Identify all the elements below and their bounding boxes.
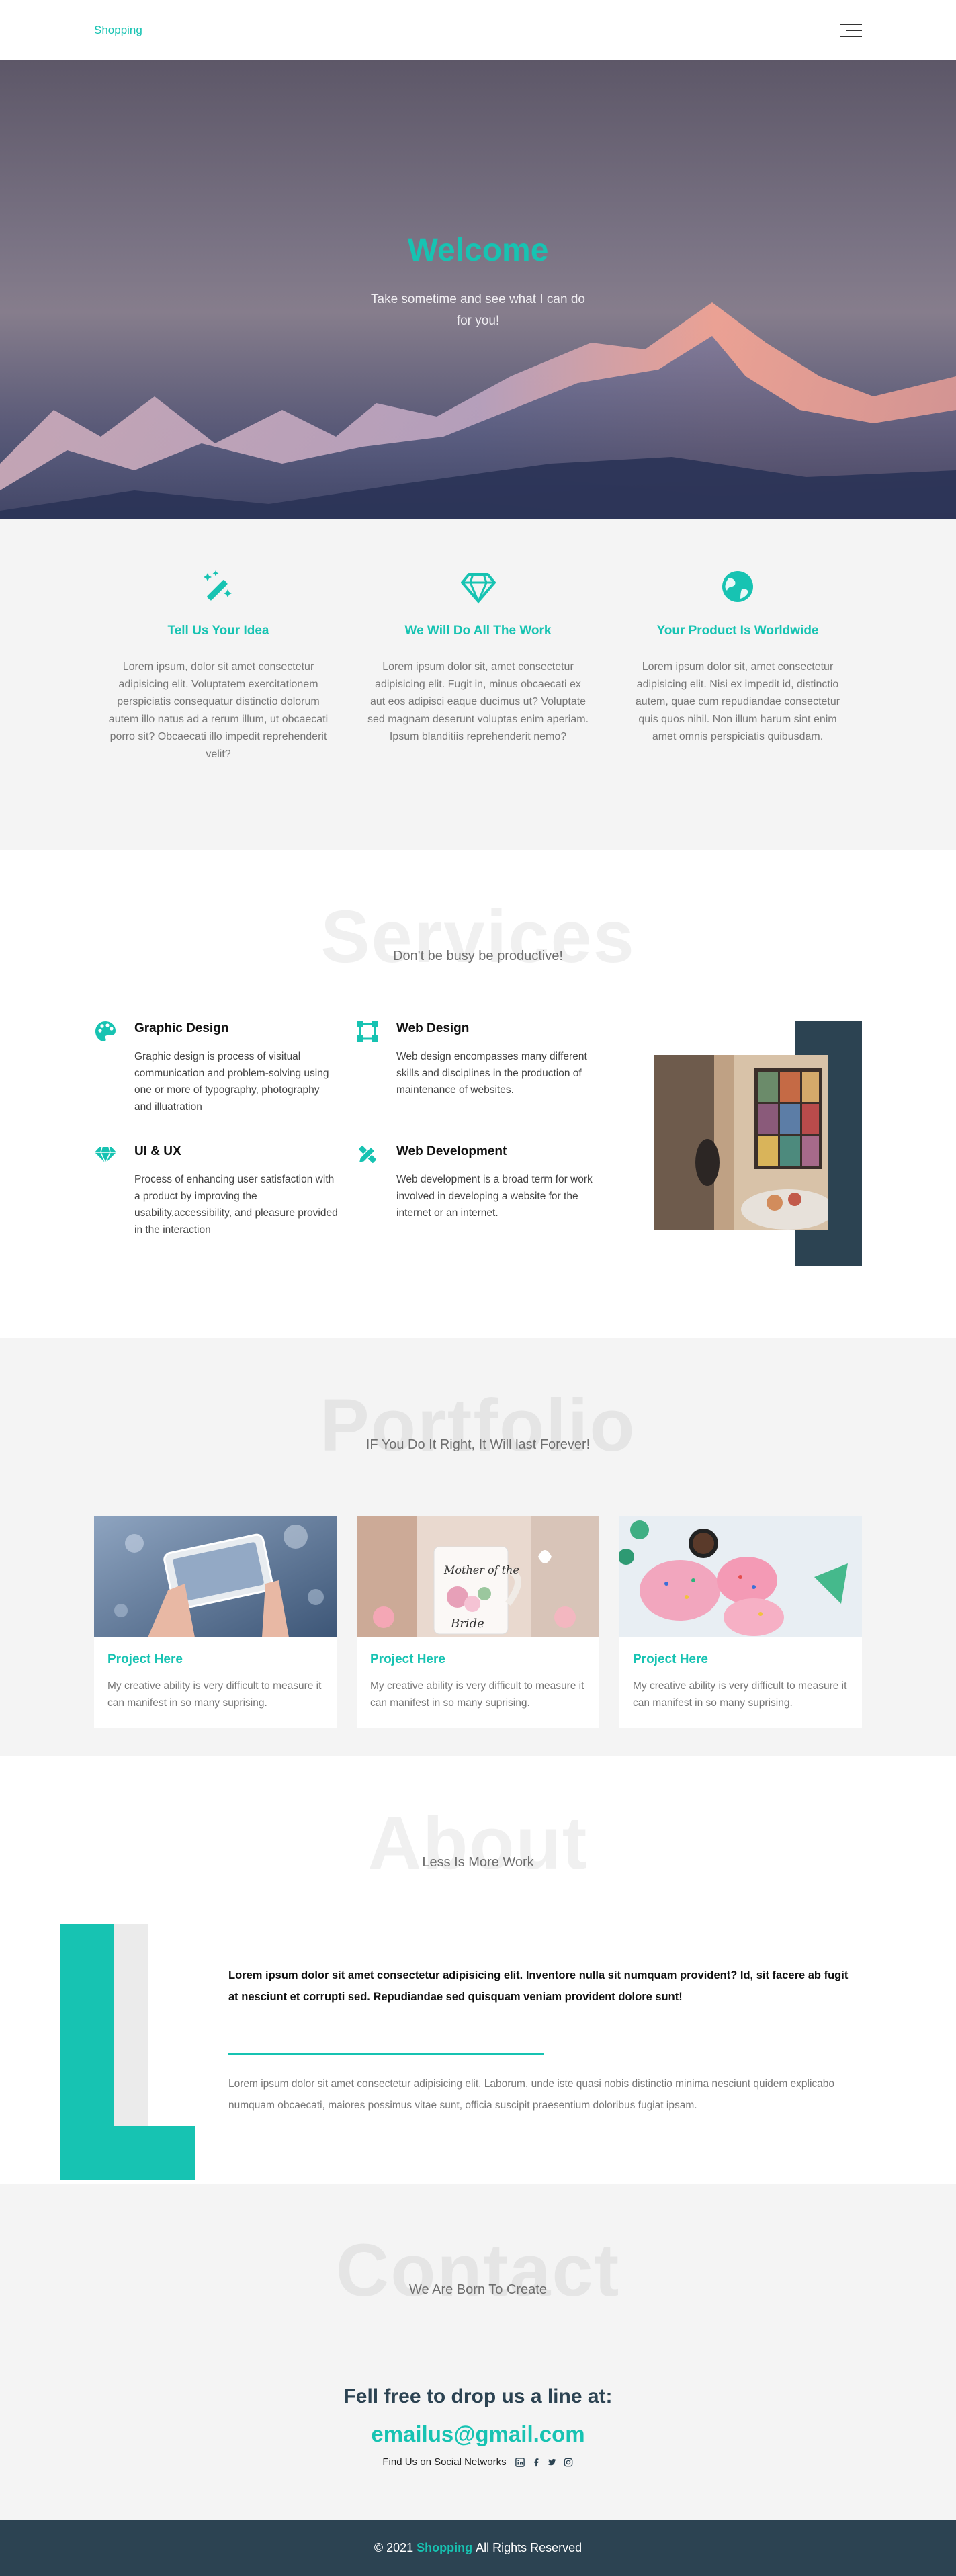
instagram-icon[interactable] [563,2457,574,2468]
portfolio-card[interactable]: Mother of the Bride Project Here My crea… [357,1516,599,1728]
about-section: About Less Is More Work Lorem ipsum dolo… [0,1756,956,2184]
service-text: Graphic design is process of visitual co… [134,1051,329,1113]
magic-wand-icon [204,570,232,601]
hamburger-icon[interactable] [840,24,862,37]
decorative-l-shape [60,1924,195,2180]
svg-text:Bride: Bride [450,1617,484,1631]
service-title: Graphic Design [134,1021,229,1035]
twitter-icon[interactable] [547,2457,558,2468]
facebook-icon[interactable] [531,2457,541,2468]
feature-text: Lorem ipsum dolor sit, amet consectetur … [635,661,840,742]
about-subtitle: Less Is More Work [422,1855,534,1870]
card-title[interactable]: Project Here [107,1652,323,1667]
service-text: Web development is a broad term for work… [396,1173,593,1219]
hero-title: Welcome [407,232,549,268]
contact-headline: Fell free to drop us a line at: [343,2385,613,2407]
feature-title: Tell Us Your Idea [167,624,269,638]
hero-section: Welcome Take sometime and see what I can… [0,60,956,519]
feature-text: Lorem ipsum dolor sit, amet consectetur … [367,661,589,742]
social-label: Find Us on Social Networks [382,2456,507,2468]
contact-section: Contact We Are Born To Create Fell free … [0,2184,956,2520]
card-text: My creative ability is very difficult to… [107,1680,322,1709]
svg-text:Mother of the: Mother of the [443,1563,519,1576]
vector-square-icon [357,1021,378,1042]
portfolio-section: Portfolio IF You Do It Right, It Will la… [0,1338,956,1756]
service-item: Graphic Design Graphic design is process… [94,1021,356,1117]
copyright-suffix: All Rights Reserved [476,2540,582,2554]
service-item: UI & UX Process of enhancing user satisf… [94,1144,356,1240]
divider [228,2053,544,2055]
gem-icon [95,1146,116,1164]
footer-brand: Shopping [417,2540,473,2554]
brand-link[interactable]: Shopping [94,24,142,37]
portfolio-card[interactable]: Project Here My creative ability is very… [619,1516,862,1728]
about-body: Lorem ipsum dolor sit amet consectetur a… [228,2078,835,2111]
service-text: Process of enhancing user satisfaction w… [134,1173,338,1236]
about-lead: Lorem ipsum dolor sit amet consectetur a… [228,1969,849,2003]
copyright-prefix: © 2021 [374,2540,414,2554]
donuts-photo [619,1516,862,1637]
feature-title: Your Product Is Worldwide [656,624,819,638]
card-title[interactable]: Project Here [633,1652,849,1667]
features-section: Tell Us Your Idea Lorem ipsum, dolor sit… [0,519,956,850]
feature-card: We Will Do All The Work Lorem ipsum dolo… [367,569,589,763]
services-subtitle: Don't be busy be productive! [393,949,563,963]
globe-icon [722,571,753,602]
hero-subtitle: Take sometime and see what I can do for … [371,292,585,328]
services-section: Services Don't be busy be productive! Gr… [0,850,956,1338]
portfolio-subtitle: IF You Do It Right, It Will last Forever… [365,1437,591,1452]
navbar: Shopping [0,0,956,60]
feature-card: Tell Us Your Idea Lorem ipsum, dolor sit… [107,569,329,763]
card-text: My creative ability is very difficult to… [370,1680,584,1709]
phone-photo [94,1516,337,1637]
services-image-block [654,1021,862,1266]
service-title: UI & UX [134,1144,181,1158]
feature-title: We Will Do All The Work [404,624,552,638]
service-item: Web Design Web design encompasses many d… [356,1021,618,1117]
mug-photo: Mother of the Bride [357,1516,599,1637]
pencil-ruler-icon [357,1145,377,1164]
contact-subtitle: We Are Born To Create [409,2282,547,2297]
card-text: My creative ability is very difficult to… [633,1680,847,1709]
linkedin-icon[interactable] [515,2457,525,2468]
service-item: Web Development Web development is a bro… [356,1144,618,1240]
palette-icon [95,1021,116,1041]
card-title[interactable]: Project Here [370,1652,586,1667]
service-title: Web Development [396,1144,507,1158]
footer: © 2021 Shopping All Rights Reserved [0,2520,956,2576]
service-title: Web Design [396,1021,470,1035]
contact-email-link[interactable]: emailus@gmail.com [94,2421,862,2447]
portfolio-card[interactable]: Project Here My creative ability is very… [94,1516,337,1728]
diamond-icon [460,573,496,604]
service-text: Web design encompasses many different sk… [396,1051,587,1096]
room-photo [654,1055,828,1230]
feature-text: Lorem ipsum, dolor sit amet consectetur … [108,661,329,760]
feature-card: Your Product Is Worldwide Lorem ipsum do… [627,569,849,763]
